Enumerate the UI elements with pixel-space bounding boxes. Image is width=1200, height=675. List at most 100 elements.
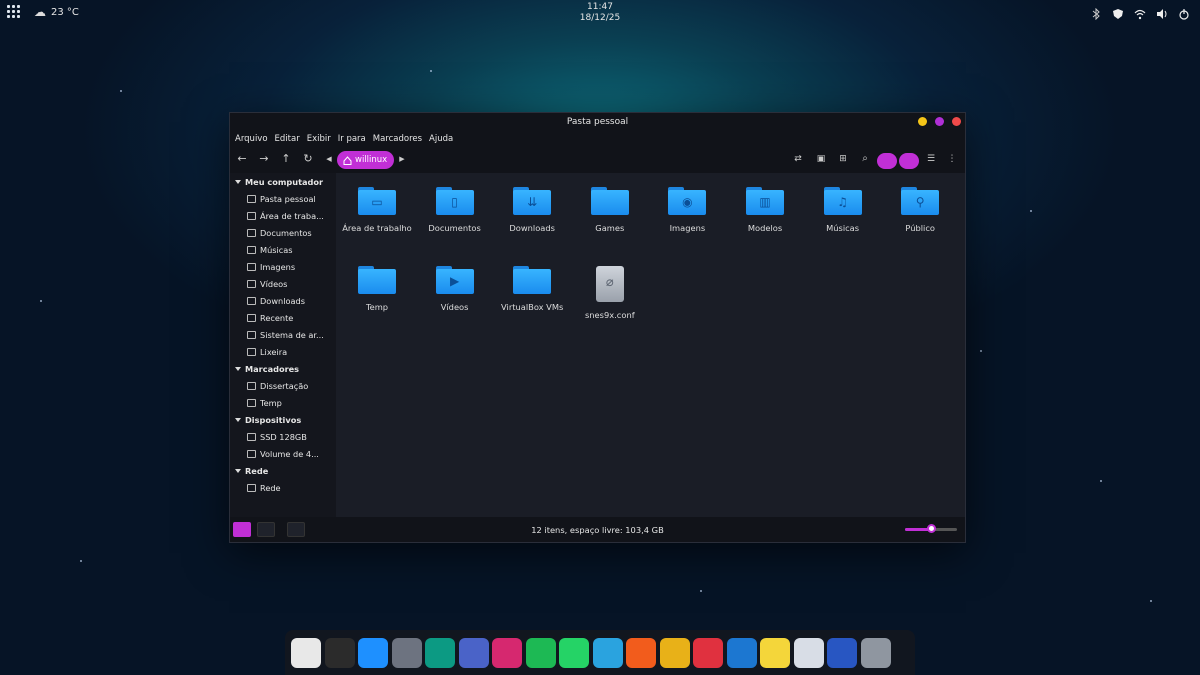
sidebar-section-header[interactable]: Meu computador bbox=[230, 173, 336, 190]
terminal-app-icon[interactable] bbox=[324, 637, 355, 668]
sidebar-item-label: Recente bbox=[260, 312, 294, 323]
sidebar-section-title: Rede bbox=[245, 466, 269, 476]
folder-item[interactable]: ▶ Vídeos bbox=[419, 266, 491, 312]
folder-item[interactable]: ♫ Músicas bbox=[807, 187, 879, 233]
sidebar-item[interactable]: Volume de 4... bbox=[230, 445, 336, 462]
sidebar-item[interactable]: Downloads bbox=[230, 292, 336, 309]
weather-widget[interactable]: ☁ 23 °C bbox=[34, 5, 79, 19]
list-view-icon[interactable]: ☰ bbox=[925, 153, 937, 165]
sidebar-section-header[interactable]: Rede bbox=[230, 462, 336, 479]
sidebar-section-header[interactable]: Dispositivos bbox=[230, 411, 336, 428]
folder-icon: ♫ bbox=[823, 187, 862, 215]
back-icon[interactable]: ← bbox=[236, 153, 248, 165]
app-launcher-icon[interactable] bbox=[7, 5, 21, 19]
clock[interactable]: 11:47 18/12/25 bbox=[560, 2, 640, 24]
bluetooth-icon[interactable] bbox=[1090, 5, 1102, 21]
folder-item[interactable]: ⇊ Downloads bbox=[496, 187, 568, 233]
menu-ir-para[interactable]: Ir para bbox=[337, 131, 371, 147]
new-folder-icon[interactable]: ⊞ bbox=[837, 153, 849, 165]
volume-icon[interactable] bbox=[1156, 5, 1168, 19]
sidebar-item[interactable]: Músicas bbox=[230, 241, 336, 258]
terminal-icon[interactable]: ▣ bbox=[815, 153, 827, 165]
sidebar-item-label: SSD 128GB bbox=[260, 431, 307, 442]
settings-app-icon[interactable] bbox=[291, 637, 321, 668]
preview-toggle-button[interactable] bbox=[877, 153, 897, 169]
close-button[interactable] bbox=[952, 117, 961, 126]
folder-item[interactable]: VirtualBox VMs bbox=[496, 266, 568, 312]
file-item[interactable]: ⌀ snes9x.conf bbox=[574, 266, 646, 320]
folder-item[interactable]: ◉ Imagens bbox=[651, 187, 723, 233]
sidebar-item-label: Downloads bbox=[260, 295, 305, 306]
menu-editar[interactable]: Editar bbox=[274, 131, 305, 147]
sidebar-item[interactable]: Imagens bbox=[230, 258, 336, 275]
remote-app-icon[interactable] bbox=[726, 637, 757, 668]
sidebar-item[interactable]: Rede bbox=[230, 479, 336, 496]
minimize-button[interactable] bbox=[918, 117, 927, 126]
instagram-app-icon[interactable] bbox=[492, 637, 522, 668]
sidebar-item[interactable]: Área de traba... bbox=[230, 207, 336, 224]
compact-view-icon[interactable]: ⋮ bbox=[946, 153, 958, 165]
folder-item[interactable]: ⚲ Público bbox=[884, 187, 956, 233]
wifi-icon[interactable] bbox=[1134, 5, 1146, 20]
sidebar-item[interactable]: Pasta pessoal bbox=[230, 190, 336, 207]
files-app-icon[interactable] bbox=[358, 637, 388, 668]
sidebar-item[interactable]: Documentos bbox=[230, 224, 336, 241]
zoom-slider[interactable] bbox=[905, 524, 957, 533]
shield-icon[interactable] bbox=[1112, 5, 1124, 19]
search-icon[interactable]: ⌕ bbox=[859, 153, 871, 165]
folder-item[interactable]: ▭ Área de trabalho bbox=[341, 187, 413, 233]
zoom-knob[interactable] bbox=[927, 524, 936, 533]
aperture-app-icon[interactable] bbox=[425, 637, 455, 668]
toggle-path-icon[interactable]: ⇄ bbox=[792, 153, 804, 165]
file-name: Vídeos bbox=[440, 302, 469, 312]
sidebar: Meu computador Pasta pessoal Área de traba… bbox=[230, 173, 336, 517]
file-manager-window: Pasta pessoal Arquivo Editar Exibir Ir p… bbox=[229, 112, 966, 543]
sidebar-item[interactable]: Dissertação bbox=[230, 377, 336, 394]
spotify-app-icon[interactable] bbox=[525, 637, 556, 668]
sidebar-item[interactable]: Recente bbox=[230, 309, 336, 326]
sidebar-item-label: Pasta pessoal bbox=[260, 193, 316, 204]
folder-item[interactable]: Games bbox=[574, 187, 646, 233]
power-icon[interactable] bbox=[1178, 5, 1190, 20]
menu-marcadores[interactable]: Marcadores bbox=[372, 131, 427, 147]
breadcrumb-left-icon[interactable]: ◀ bbox=[323, 153, 335, 165]
chrome-app-icon[interactable] bbox=[659, 637, 690, 668]
menu-ajuda[interactable]: Ajuda bbox=[428, 131, 458, 147]
sidebar-item[interactable]: Lixeira bbox=[230, 343, 336, 360]
window-title: Pasta pessoal bbox=[566, 117, 629, 127]
writer-app-icon[interactable] bbox=[827, 637, 857, 668]
menu-arquivo[interactable]: Arquivo bbox=[234, 131, 273, 147]
menu-exibir[interactable]: Exibir bbox=[306, 131, 336, 147]
folder-icon bbox=[247, 381, 256, 390]
title-bar[interactable]: Pasta pessoal bbox=[230, 113, 965, 131]
sidebar-item[interactable]: Sistema de ar... bbox=[230, 326, 336, 343]
icon-view-button[interactable] bbox=[899, 153, 919, 169]
telegram-app-icon[interactable] bbox=[592, 637, 623, 668]
notes-app-icon[interactable] bbox=[760, 637, 790, 668]
folder-icon bbox=[358, 266, 396, 294]
brave-app-icon[interactable] bbox=[626, 637, 656, 668]
sidebar-item[interactable]: Temp bbox=[230, 394, 336, 411]
book-app-icon[interactable] bbox=[860, 637, 891, 668]
sidebar-section-title: Marcadores bbox=[245, 364, 300, 374]
sidebar-item[interactable]: SSD 128GB bbox=[230, 428, 336, 445]
folder-item[interactable]: Temp bbox=[341, 266, 413, 312]
folder-icon bbox=[513, 266, 552, 294]
up-icon[interactable]: ↑ bbox=[280, 153, 292, 165]
breadcrumb-home[interactable]: willinux bbox=[337, 151, 394, 169]
maximize-button[interactable] bbox=[935, 117, 944, 126]
vivaldi-app-icon[interactable] bbox=[693, 637, 723, 668]
calculator-app-icon[interactable] bbox=[391, 637, 422, 668]
photos-app-icon[interactable] bbox=[458, 637, 489, 668]
folder-item[interactable]: ▯ Documentos bbox=[419, 187, 491, 233]
reload-icon[interactable]: ↻ bbox=[302, 153, 314, 165]
forward-icon[interactable]: → bbox=[258, 153, 270, 165]
folder-item[interactable]: ▥ Modelos bbox=[729, 187, 801, 233]
chevron-down-icon bbox=[235, 418, 241, 422]
image-icon bbox=[247, 262, 256, 271]
breadcrumb-right-icon[interactable]: ▶ bbox=[396, 153, 408, 165]
sidebar-section-header[interactable]: Marcadores bbox=[230, 360, 336, 377]
whatsapp-app-icon[interactable] bbox=[559, 637, 589, 668]
sidebar-item[interactable]: Vídeos bbox=[230, 275, 336, 292]
text-editor-app-icon[interactable] bbox=[793, 637, 824, 668]
